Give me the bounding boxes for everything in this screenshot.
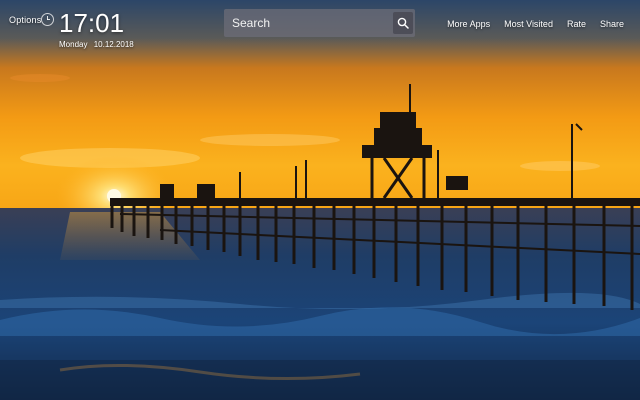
wallpaper xyxy=(0,0,640,400)
clock-date: Monday 10.12.2018 xyxy=(59,40,138,49)
search-box xyxy=(224,9,415,37)
nav-most-visited[interactable]: Most Visited xyxy=(504,19,553,29)
nav-share[interactable]: Share xyxy=(600,19,624,29)
top-nav: More Apps Most Visited Rate Share xyxy=(433,19,624,29)
date-weekday: Monday xyxy=(59,40,88,49)
nav-rate[interactable]: Rate xyxy=(567,19,586,29)
search-input[interactable] xyxy=(232,13,392,33)
clock-icon[interactable] xyxy=(41,13,54,26)
clock-time: 17:01 xyxy=(59,8,125,38)
options-button[interactable]: Options xyxy=(9,15,41,25)
search-button[interactable] xyxy=(393,12,413,34)
top-bar: Options 17:01 Monday 10.12.2018 More App… xyxy=(0,0,640,60)
search-icon xyxy=(397,17,409,29)
date-value: 10.12.2018 xyxy=(93,40,134,49)
nav-more-apps[interactable]: More Apps xyxy=(447,19,490,29)
